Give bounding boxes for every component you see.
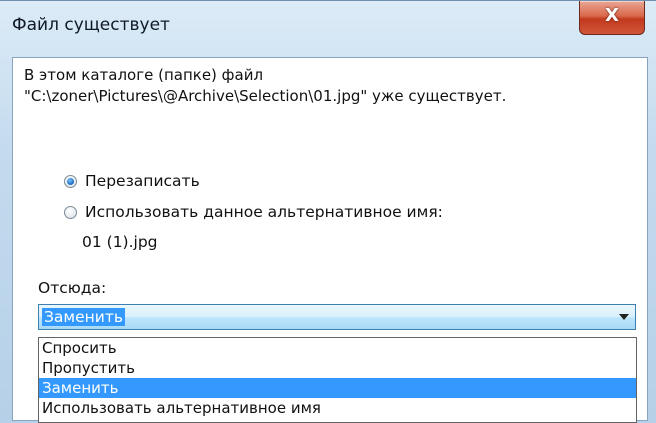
from-dropdown-value: Заменить: [42, 308, 126, 326]
radio-overwrite-label: Перезаписать: [85, 172, 200, 190]
message-line-1: В этом каталоге (папке) файл: [24, 66, 264, 84]
list-item-use-alt-name[interactable]: Использовать альтернативное имя: [39, 398, 636, 418]
list-item-ask[interactable]: Спросить: [39, 338, 636, 358]
from-dropdown[interactable]: Заменить: [38, 304, 636, 330]
message-text: В этом каталоге (папке) файл "C:\zoner\P…: [24, 65, 506, 107]
close-button[interactable]: X: [579, 1, 645, 35]
list-item-replace[interactable]: Заменить: [39, 378, 636, 398]
message-line-2: "C:\zoner\Pictures\@Archive\Selection\01…: [24, 87, 507, 105]
list-item-skip[interactable]: Пропустить: [39, 358, 636, 378]
title-bar[interactable]: Файл существует X: [0, 1, 656, 57]
radio-overwrite[interactable]: [64, 174, 77, 188]
radio-use-alt-name[interactable]: [64, 205, 77, 219]
alt-name-value: 01 (1).jpg: [82, 233, 158, 251]
radio-use-alt-row[interactable]: Использовать данное альтернативное имя:: [64, 203, 443, 221]
radio-overwrite-row[interactable]: Перезаписать: [64, 172, 200, 190]
chevron-down-icon[interactable]: [619, 314, 629, 320]
window-title: Файл существует: [12, 15, 170, 35]
close-icon: X: [605, 5, 619, 26]
from-label: Отсюда:: [38, 279, 107, 297]
radio-use-alt-label: Использовать данное альтернативное имя:: [85, 203, 443, 221]
from-dropdown-list: Спросить Пропустить Заменить Использоват…: [38, 337, 637, 423]
dialog-window: Файл существует X В этом каталоге (папке…: [0, 0, 656, 423]
